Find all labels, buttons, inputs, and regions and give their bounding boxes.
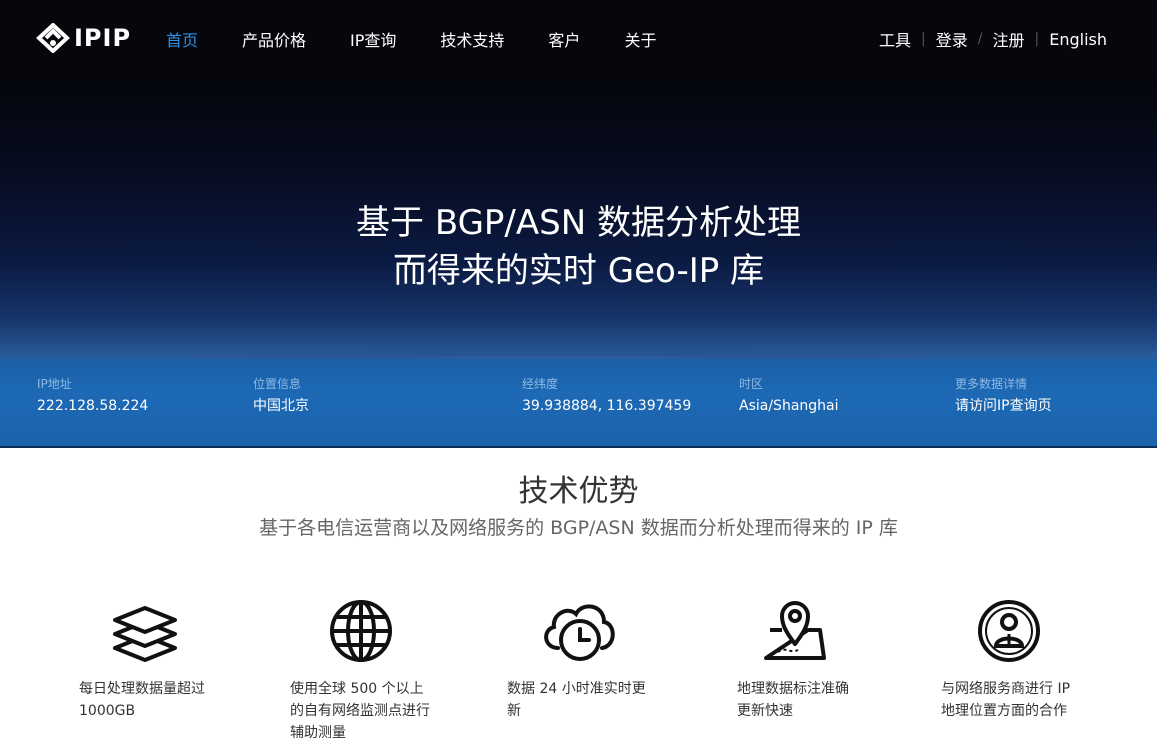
feature-text: 每日处理数据量超过 1000GB: [79, 678, 249, 722]
feature-line: 地理数据标注准确: [737, 681, 849, 697]
info-more-link[interactable]: 请访问IP查询页: [955, 395, 1052, 417]
info-value: Asia/Shanghai: [739, 398, 839, 414]
feature-line: 每日处理数据量超过: [79, 681, 205, 697]
nav-item-pricing[interactable]: 产品价格: [242, 27, 306, 51]
logo-text: IPIP: [74, 24, 132, 52]
nav-item-ip-query[interactable]: IP查询: [350, 27, 396, 51]
info-value: 222.128.58.224: [37, 398, 149, 414]
info-location: 位置信息 中国北京: [253, 375, 309, 417]
divider: |: [1034, 31, 1040, 47]
globe-icon: [330, 600, 392, 662]
cloud-clock-icon: [544, 604, 615, 661]
login-link[interactable]: 登录: [936, 27, 968, 51]
info-label: 位置信息: [253, 377, 302, 391]
nav-item-support[interactable]: 技术支持: [440, 27, 504, 51]
info-value: 39.938884, 116.397459: [522, 398, 692, 414]
feature-line: 1000GB: [79, 703, 136, 719]
map-pin-icon: [764, 601, 826, 660]
hero-title: 基于 BGP/ASN 数据分析处理 而得来的实时 Geo-IP 库: [0, 199, 1157, 295]
feature-line: 更新快速: [737, 703, 793, 719]
feature-line: 地理位置方面的合作: [941, 703, 1067, 719]
feature-line: 使用全球 500 个以上: [290, 681, 424, 697]
feature-line: 与网络服务商进行 IP: [941, 681, 1071, 697]
english-link[interactable]: English: [1049, 30, 1107, 49]
feature-line: 的自有网络监测点进行: [290, 703, 430, 719]
hero-title-line2: 而得来的实时 Geo-IP 库: [392, 251, 765, 291]
hero-title-line1: 基于 BGP/ASN 数据分析处理: [356, 203, 801, 243]
info-label: 更多数据详情: [955, 377, 1028, 391]
user-badge-icon: [978, 600, 1040, 662]
info-label: 经纬度: [522, 377, 559, 391]
top-header: IPIP 首页 产品价格 IP查询 技术支持 客户 关于 工具 | 登录 / 注…: [0, 0, 1157, 78]
info-timezone: 时区 Asia/Shanghai: [739, 375, 839, 417]
feature-line: 数据 24 小时准实时更: [507, 681, 646, 697]
logo-mark-icon: [36, 23, 70, 53]
feature-line: 新: [507, 703, 521, 719]
nav-item-clients[interactable]: 客户: [548, 27, 580, 51]
info-coordinates: 经纬度 39.938884, 116.397459: [522, 375, 691, 417]
info-more: 更多数据详情 请访问IP查询页: [955, 375, 1052, 417]
info-ip: IP地址 222.128.58.224: [37, 375, 148, 417]
register-link[interactable]: 注册: [992, 27, 1024, 51]
feature-text: 数据 24 小时准实时更 新: [507, 678, 677, 722]
section-title: 技术优势: [518, 474, 639, 509]
user-nav: 工具 | 登录 / 注册 | English: [879, 0, 1107, 78]
divider: |: [921, 31, 926, 47]
nav-item-home[interactable]: 首页: [166, 27, 198, 51]
feature-text: 地理数据标注准确 更新快速: [737, 678, 907, 722]
hero-banner: 基于 BGP/ASN 数据分析处理 而得来的实时 Geo-IP 库: [0, 78, 1157, 360]
info-label: IP地址: [37, 377, 72, 391]
ip-info-bar: IP地址 222.128.58.224 位置信息 中国北京 经纬度 39.938…: [0, 359, 1157, 448]
logo[interactable]: IPIP: [36, 22, 131, 54]
feature-text: 使用全球 500 个以上 的自有网络监测点进行 辅助测量: [290, 678, 460, 744]
info-label: 时区: [739, 377, 764, 391]
feature-text: 与网络服务商进行 IP 地理位置方面的合作: [941, 678, 1111, 722]
tools-link[interactable]: 工具: [879, 27, 911, 51]
divider: /: [977, 31, 983, 47]
section-subtitle: 基于各电信运营商以及网络服务的 BGP/ASN 数据而分析处理而得来的 IP 库: [259, 517, 898, 539]
main-nav: 首页 产品价格 IP查询 技术支持 客户 关于: [166, 0, 700, 78]
feature-line: 辅助测量: [290, 725, 346, 741]
info-value: 中国北京: [253, 398, 309, 414]
layers-icon: [113, 606, 177, 662]
nav-item-about[interactable]: 关于: [624, 27, 656, 51]
